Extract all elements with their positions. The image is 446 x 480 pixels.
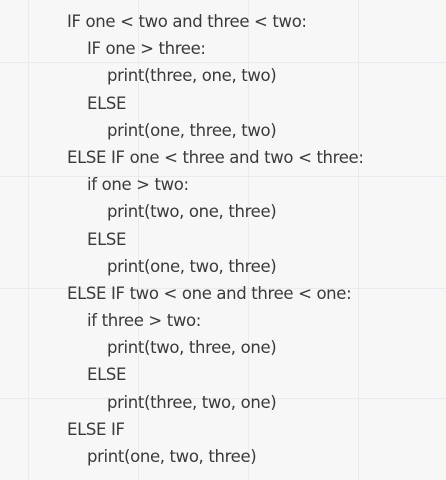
- code-line: ELSE: [87, 229, 127, 249]
- pseudocode-block: IF one < two and three < two: IF one > t…: [67, 8, 364, 470]
- code-line: if one > two:: [87, 175, 189, 195]
- code-line: IF one > three:: [87, 39, 206, 59]
- code-line: ELSE: [87, 93, 127, 113]
- code-line: print(three, one, two): [107, 66, 277, 86]
- code-line: print(three, two, one): [107, 392, 277, 412]
- code-line: ELSE: [87, 365, 127, 385]
- code-line: ELSE IF two < one and three < one:: [67, 283, 352, 303]
- code-line: print(one, two, three): [107, 256, 277, 276]
- code-line: ELSE IF: [67, 419, 125, 439]
- code-line: ELSE IF one < three and two < three:: [67, 147, 364, 167]
- code-line: print(one, two, three): [87, 447, 257, 466]
- code-line: if three > two:: [87, 311, 201, 331]
- grid-line: [28, 0, 29, 480]
- code-line: IF one < two and three < two:: [67, 12, 307, 31]
- code-line: print(one, three, two): [107, 120, 277, 140]
- code-line: print(two, three, one): [107, 338, 277, 358]
- code-line: print(two, one, three): [107, 202, 277, 222]
